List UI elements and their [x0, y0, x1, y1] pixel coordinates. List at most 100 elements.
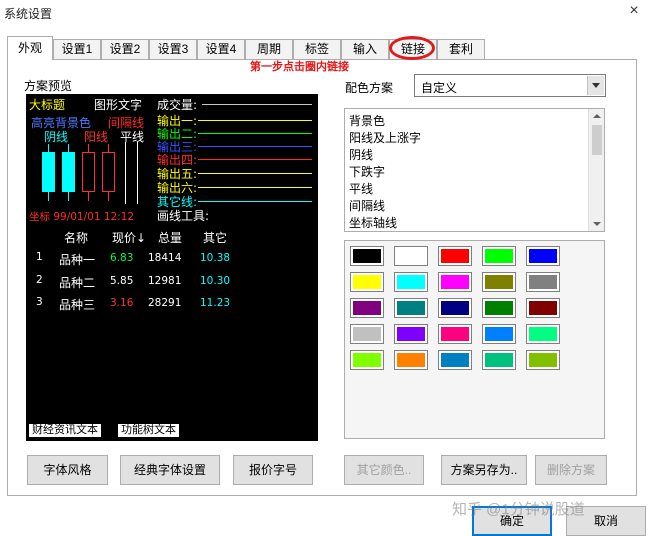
output-3-line: [198, 146, 312, 147]
swatch[interactable]: [394, 298, 428, 318]
preview-big-title: 大标题: [29, 98, 66, 112]
annotation-hint: 第一步点击圈内链接: [250, 61, 349, 73]
tab-settings1[interactable]: 设置1: [53, 39, 101, 59]
row-1-other: 10.38: [200, 252, 231, 264]
other-color-button[interactable]: 其它颜色..: [344, 455, 424, 485]
list-item-down-text[interactable]: 下跌字: [349, 163, 385, 180]
output-6-line: [198, 187, 312, 188]
row-1-volume: 18414: [148, 252, 182, 264]
yang-label: 阳线: [84, 130, 109, 144]
color-items-list[interactable]: 背景色 阳线及上涨字 阴线 下跌字 平线 间隔线 坐标轴线: [344, 108, 605, 232]
col-volume: 总量: [158, 231, 183, 245]
close-icon[interactable]: ×: [624, 1, 644, 21]
swatch[interactable]: [482, 298, 516, 318]
color-palette: [344, 240, 605, 439]
scheme-select[interactable]: 自定义: [414, 74, 606, 97]
output-2-line: [198, 133, 312, 134]
title-bar: 系统设置 ×: [0, 0, 650, 24]
swatch[interactable]: [526, 272, 560, 292]
flat-line-1: [125, 142, 126, 204]
tab-strip: 外观 设置1 设置2 设置3 设置4 周期 标签 输入 链接 套利: [7, 36, 647, 60]
swatch[interactable]: [394, 272, 428, 292]
scroll-thumb[interactable]: [592, 125, 602, 155]
yang-candle-1: [82, 152, 95, 192]
scroll-down-icon[interactable]: [589, 217, 604, 231]
col-other: 其它: [203, 231, 228, 245]
volume-line: [202, 104, 312, 105]
swatch[interactable]: [394, 246, 428, 266]
preview-label: 方案预览: [24, 79, 73, 93]
swatch[interactable]: [350, 298, 384, 318]
swatch[interactable]: [482, 246, 516, 266]
chevron-down-icon[interactable]: [587, 76, 604, 95]
swatch[interactable]: [350, 350, 384, 370]
tab-input[interactable]: 输入: [341, 39, 389, 59]
swatch[interactable]: [482, 350, 516, 370]
scroll-up-icon[interactable]: [589, 109, 604, 123]
list-item-yin[interactable]: 阴线: [349, 146, 373, 163]
swatch[interactable]: [350, 272, 384, 292]
flat-label: 平线: [120, 130, 145, 144]
output-5-line: [198, 173, 312, 174]
yang-candle-2: [102, 152, 115, 192]
swatch[interactable]: [438, 246, 472, 266]
row-3-name: 品种三: [59, 298, 96, 312]
tab-settings3[interactable]: 设置3: [149, 39, 197, 59]
col-name: 名称: [64, 231, 89, 245]
preview-volume-label: 成交量:: [157, 98, 198, 112]
tab-settings4[interactable]: 设置4: [197, 39, 245, 59]
row-3-other: 11.23: [200, 297, 231, 309]
swatch[interactable]: [350, 246, 384, 266]
row-3-volume: 28291: [148, 297, 182, 309]
swatch[interactable]: [482, 272, 516, 292]
swatch[interactable]: [438, 324, 472, 344]
classic-font-settings-button[interactable]: 经典字体设置: [120, 455, 220, 485]
list-item-axis-line[interactable]: 坐标轴线: [349, 214, 397, 231]
preview-graph-text: 图形文字: [94, 98, 143, 112]
save-scheme-as-button[interactable]: 方案另存为..: [441, 455, 527, 485]
swatch[interactable]: [394, 324, 428, 344]
yin-candle-1: [42, 152, 55, 192]
swatch[interactable]: [526, 298, 560, 318]
swatch[interactable]: [438, 298, 472, 318]
list-scrollbar[interactable]: [588, 109, 604, 231]
scheme-label: 配色方案: [345, 81, 394, 95]
list-item-grid-line[interactable]: 间隔线: [349, 197, 385, 214]
list-item-flat[interactable]: 平线: [349, 180, 373, 197]
row-2-price: 5.85: [110, 275, 134, 287]
row-1-price: 6.83: [110, 252, 134, 264]
swatch[interactable]: [394, 350, 428, 370]
function-tree-text-chip: 功能树文本: [118, 424, 179, 437]
swatch[interactable]: [350, 324, 384, 344]
row-1-name: 品种一: [59, 253, 96, 267]
swatch[interactable]: [438, 272, 472, 292]
swatch[interactable]: [526, 246, 560, 266]
finance-news-text-chip: 财经资讯文本: [29, 424, 101, 437]
row-2-other: 10.30: [200, 275, 231, 287]
row-1-no: 1: [36, 251, 43, 263]
list-item-yang-up[interactable]: 阳线及上涨字: [349, 129, 421, 146]
row-2-no: 2: [36, 274, 43, 286]
tab-labels[interactable]: 标签: [293, 39, 341, 59]
col-price: 现价↓: [112, 231, 147, 245]
yin-label: 阴线: [44, 130, 69, 144]
yin-candle-2: [62, 152, 75, 192]
font-style-button[interactable]: 字体风格: [27, 455, 108, 485]
tab-period[interactable]: 周期: [245, 39, 293, 59]
draw-tool-label: 画线工具:: [157, 209, 210, 223]
annotation-circle: [389, 36, 435, 60]
coord-readout: 坐标 99/01/01 12:12: [29, 211, 135, 223]
tab-arbitrage[interactable]: 套利: [437, 39, 485, 59]
quote-font-size-button[interactable]: 报价字号: [233, 455, 313, 485]
delete-scheme-button[interactable]: 删除方案: [535, 455, 607, 485]
window-title: 系统设置: [4, 7, 53, 21]
swatch[interactable]: [526, 350, 560, 370]
swatch[interactable]: [438, 350, 472, 370]
tab-appearance[interactable]: 外观: [7, 36, 53, 60]
tab-settings2[interactable]: 设置2: [101, 39, 149, 59]
row-3-price: 3.16: [110, 297, 134, 309]
list-item-background[interactable]: 背景色: [349, 112, 385, 129]
scheme-preview: 大标题 图形文字 成交量: 高亮背景色 间隔线 输出一: 输出二: 输出三: 输…: [26, 94, 318, 441]
swatch[interactable]: [482, 324, 516, 344]
swatch[interactable]: [526, 324, 560, 344]
